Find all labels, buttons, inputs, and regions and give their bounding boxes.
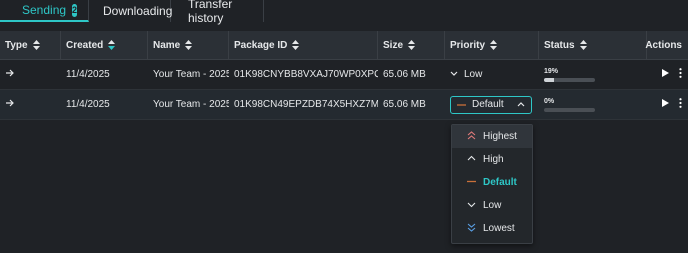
status-cell: 19% [539, 60, 647, 90]
more-options-icon[interactable] [679, 68, 682, 81]
column-header-name[interactable]: Name [148, 30, 229, 60]
column-header-priority[interactable]: Priority [445, 30, 539, 60]
size-cell: 65.06 MB [383, 99, 426, 110]
priority-option-highest[interactable]: Highest [452, 125, 532, 148]
type-cell [0, 60, 61, 90]
priority-option-label: Highest [483, 131, 517, 142]
priority-cell[interactable]: Low [445, 60, 539, 90]
actions-cell [647, 90, 688, 120]
default-priority-icon [457, 99, 466, 110]
priority-option-high[interactable]: High [452, 148, 532, 171]
chevron-up-icon [517, 99, 525, 110]
priority-option-label: High [483, 154, 504, 165]
double-chevron-up-icon [467, 130, 476, 143]
progress-percent: 0% [544, 97, 555, 105]
sort-ascending-icon [108, 40, 116, 50]
column-header-actions: Actions [645, 31, 688, 60]
priority-cell: Default [445, 90, 539, 120]
priority-dropdown-menu: Highest High Default Low Lowest [451, 124, 533, 244]
priority-option-label: Lowest [483, 223, 515, 234]
priority-option-label: Low [483, 200, 502, 211]
priority-option-low[interactable]: Low [452, 194, 532, 217]
priority-option-label: Default [483, 177, 517, 188]
play-icon[interactable] [662, 99, 669, 110]
sort-icon [408, 40, 416, 50]
tab-sending[interactable]: Sending 2 [0, 0, 89, 22]
double-chevron-down-icon [467, 223, 476, 235]
column-label-status: Status [544, 39, 575, 51]
table-row[interactable]: 11/4/2025 Your Team - 2025 01K98CNYBB8VX… [0, 60, 688, 90]
package-id-cell: 01K98CN49EPZDB74X5HXZ7MFFS [234, 99, 378, 110]
progress-percent: 19% [544, 67, 559, 75]
priority-select[interactable]: Default [450, 95, 532, 114]
progress-fill [544, 77, 554, 82]
priority-value: Low [464, 69, 483, 80]
column-header-size[interactable]: Size [378, 30, 445, 60]
transfer-tabs: Sending 2 Downloading Transfer history [0, 0, 688, 25]
type-cell [0, 90, 61, 120]
column-label-priority: Priority [450, 39, 486, 51]
name-cell: Your Team - 2025 [153, 99, 229, 110]
transfers-table: Type Created Name Package ID Size Priori… [0, 30, 688, 120]
sort-icon [185, 40, 193, 50]
tab-downloading-label: Downloading [103, 4, 173, 18]
progress-bar [544, 107, 595, 112]
column-label-actions: Actions [645, 39, 682, 51]
send-arrow-icon [5, 98, 15, 111]
tab-transfer-history-label: Transfer history [188, 0, 233, 25]
table-header: Type Created Name Package ID Size Priori… [0, 30, 688, 60]
play-icon[interactable] [662, 69, 669, 80]
column-header-created[interactable]: Created [61, 30, 148, 60]
column-label-type: Type [5, 39, 28, 51]
size-cell: 65.06 MB [383, 69, 426, 80]
sort-icon [32, 40, 40, 50]
tab-transfer-history[interactable]: Transfer history [171, 0, 264, 25]
column-header-type[interactable]: Type [0, 30, 61, 60]
column-label-name: Name [153, 39, 181, 51]
progress-bar [544, 77, 595, 82]
send-arrow-icon [5, 68, 15, 81]
name-cell: Your Team - 2025 [153, 69, 229, 80]
column-label-created: Created [66, 39, 104, 51]
column-label-package-id: Package ID [234, 39, 288, 51]
chevron-up-icon [467, 154, 476, 166]
chevron-down-icon [450, 69, 458, 80]
dash-icon [467, 177, 476, 189]
column-label-size: Size [383, 39, 404, 51]
chevron-down-icon [467, 200, 476, 212]
sort-icon [579, 40, 587, 50]
more-options-icon[interactable] [679, 98, 682, 111]
tab-downloading[interactable]: Downloading [89, 0, 173, 22]
priority-option-lowest[interactable]: Lowest [452, 217, 532, 240]
package-id-cell: 01K98CNYBB8VXAJ70WP0XPQ8YN [234, 69, 378, 80]
priority-option-default[interactable]: Default [452, 171, 532, 194]
sort-icon [292, 40, 300, 50]
tab-sending-label: Sending [22, 3, 67, 17]
column-header-package-id[interactable]: Package ID [229, 30, 378, 60]
status-cell: 0% [539, 90, 647, 120]
table-row[interactable]: 11/4/2025 Your Team - 2025 01K98CN49EPZD… [0, 90, 688, 120]
created-cell: 11/4/2025 [66, 99, 110, 110]
actions-cell [647, 60, 688, 90]
created-cell: 11/4/2025 [66, 69, 110, 80]
column-header-status[interactable]: Status [539, 30, 647, 60]
sending-count-badge: 2 [72, 3, 78, 17]
priority-select-value: Default [472, 99, 504, 110]
sort-icon [490, 40, 498, 50]
